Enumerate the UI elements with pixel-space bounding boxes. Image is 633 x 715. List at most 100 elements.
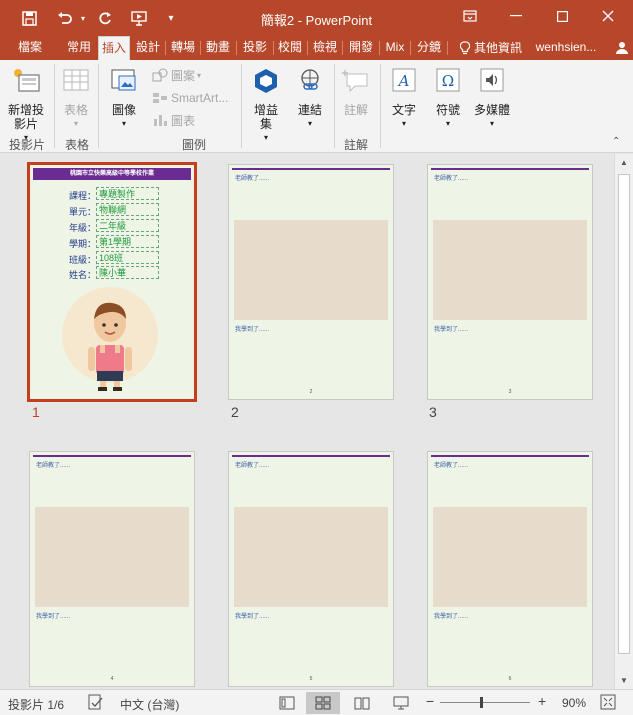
maximize-icon[interactable] [539,0,585,32]
vertical-scrollbar[interactable]: ▲ ▼ [614,154,633,689]
text-icon: A [392,68,416,92]
slide-thumbnail-2[interactable]: 老師教了...... 我學到了...... 2 [228,164,394,400]
addins-button[interactable]: 增益 集 ▾ [246,66,286,145]
group-separator [380,64,381,148]
tab-transitions[interactable]: 轉場 [168,36,198,60]
tab-animations[interactable]: 動畫 [203,36,233,60]
shapes-button[interactable]: 圖案 ▾ [152,66,201,84]
content-box [234,220,388,320]
text-label: 文字 [391,103,416,117]
slide-accent-line [431,168,589,170]
tab-mix[interactable]: Mix [382,36,408,60]
scroll-up-icon[interactable]: ▲ [615,154,633,171]
slide-thumbnail-4[interactable]: 老師教了...... 我學到了...... 4 [29,451,195,687]
group-label-illustrations: 圖例 [181,138,206,152]
teach-text: 老師教了...... [434,176,469,182]
tab-insert[interactable]: 插入 [98,36,130,60]
scrollbar-thumb[interactable] [618,174,630,654]
cover-row: 班級： 108班 [30,251,190,265]
tab-developer[interactable]: 開發 [345,36,377,60]
tell-me-label: 其他資訊 [473,41,522,55]
smartart-button[interactable]: SmartArt... [152,89,228,107]
slide-footer-number: 5 [309,676,313,682]
slideshow-view-icon[interactable] [384,692,418,714]
chart-button[interactable]: 圖表 [152,111,195,129]
cover-row-label: 姓名： [68,270,96,280]
slide-accent-line [431,455,589,457]
slide-accent-line [33,455,191,457]
tab-file[interactable]: 檔案 [10,36,50,60]
smartart-label: SmartArt... [171,91,229,105]
new-slide-button[interactable]: 新增投 影片 ▾ [4,66,48,145]
slide-thumbnail-6[interactable]: 老師教了...... 我學到了...... 6 [427,451,593,687]
slide-count[interactable]: 投影片 1/6 [8,696,64,713]
share-icon[interactable] [612,36,632,60]
slide-number: 1 [32,404,40,420]
tab-review[interactable]: 校閱 [275,36,305,60]
chart-label: 圖表 [171,113,196,128]
slide-number: 2 [231,404,239,420]
teach-text: 老師教了...... [235,463,270,469]
tab-home[interactable]: 常用 [63,36,95,60]
slide-sorter-view-icon[interactable] [306,692,340,714]
collapse-ribbon-icon[interactable]: ⌃ [612,136,620,147]
chart-icon [154,115,167,126]
slide-footer-number: 2 [309,389,313,395]
symbols-button[interactable]: Ω 符號 ▾ [428,66,468,131]
table-button[interactable]: 表格 ▾ [58,66,94,131]
image-button[interactable]: 圖像 ▾ [104,66,144,131]
link-icon [301,69,319,90]
cover-row: 年級： 二年級 [30,219,190,233]
cover-row: 單元： 物聯網 [30,203,190,217]
table-icon [63,69,89,91]
tab-separator [379,41,380,55]
image-label: 圖像 [111,103,136,117]
zoom-out-button[interactable]: − [426,693,434,709]
minimize-icon[interactable] [493,0,539,32]
ribbon-display-options-icon[interactable] [447,0,493,32]
slide-accent-line [232,455,390,457]
tab-storyboard[interactable]: 分鏡 [413,36,445,60]
comment-button[interactable]: 註解 [336,66,376,117]
tab-separator [236,41,237,55]
tab-separator [200,41,201,55]
tab-slideshow[interactable]: 投影 [239,36,271,60]
tab-view[interactable]: 檢視 [310,36,340,60]
media-button[interactable]: 多媒體 ▾ [470,66,514,131]
language-indicator[interactable]: 中文 (台灣) [120,696,179,713]
group-separator [98,64,99,148]
scroll-down-icon[interactable]: ▼ [615,672,633,689]
close-icon[interactable] [585,0,631,32]
reading-view-icon[interactable] [345,692,379,714]
learn-text: 我學到了...... [235,327,270,333]
content-box [35,507,189,607]
zoom-level[interactable]: 90% [562,696,586,710]
group-separator [241,64,242,148]
comment-icon [342,70,368,93]
teach-text: 老師教了...... [36,463,71,469]
cover-row-value: 二年級 [96,219,159,232]
account-name[interactable]: wenhsien... [533,36,599,60]
table-label: 表格 [63,103,88,117]
links-button[interactable]: 連結 ▾ [290,66,330,131]
normal-view-icon[interactable] [270,692,304,714]
zoom-in-button[interactable]: + [538,693,546,709]
spelling-check-icon[interactable] [88,694,104,713]
zoom-slider-thumb[interactable] [479,697,483,708]
slide-thumbnail-3[interactable]: 老師教了...... 我學到了...... 3 [427,164,593,400]
learn-text: 我學到了...... [235,614,270,620]
fit-to-window-icon[interactable] [600,694,616,713]
zoom-slider-track[interactable] [440,697,530,708]
tab-tell-me[interactable]: 其他資訊 [452,36,530,60]
status-bar: 投影片 1/6 中文 (台灣) − + 90% [0,689,633,715]
slide-footer-number: 4 [110,676,114,682]
ribbon: 新增投 影片 ▾ 表格 ▾ 圖像 ▾ 圖案 ▾ SmartArt... 圖表 增益… [0,60,633,153]
text-button[interactable]: A 文字 ▾ [384,66,424,131]
slide-accent-line [232,168,390,170]
tab-design[interactable]: 設計 [133,36,163,60]
tab-separator [307,41,308,55]
slide-thumbnail-5[interactable]: 老師教了...... 我學到了...... 5 [228,451,394,687]
learn-text: 我學到了...... [36,614,71,620]
slide-thumbnail-1[interactable]: 桃園市立快樂高級中等學校作業 課程： 專題製作 單元： 物聯網 年級： 二年級 學期：… [27,162,197,402]
group-label-slides: 投影片 [8,138,45,152]
